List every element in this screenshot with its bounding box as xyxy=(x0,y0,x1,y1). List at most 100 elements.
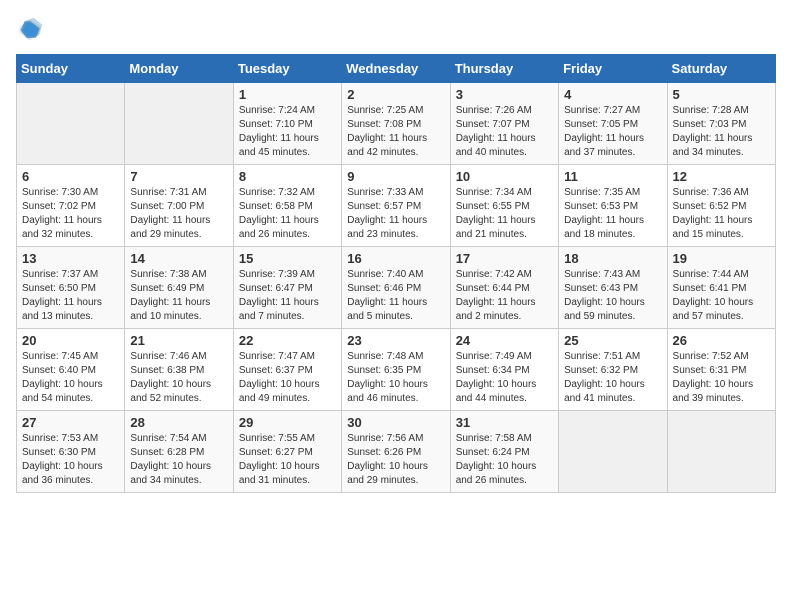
day-number: 6 xyxy=(22,169,119,184)
calendar-cell: 16 Sunrise: 7:40 AM Sunset: 6:46 PM Dayli… xyxy=(342,247,450,329)
day-number: 17 xyxy=(456,251,553,266)
day-info: Sunrise: 7:34 AM Sunset: 6:55 PM Dayligh… xyxy=(456,186,553,242)
calendar-cell: 14Sunrise: 7:38 AM Sunset: 6:49 PM Dayli… xyxy=(125,247,233,329)
day-number: 25 xyxy=(564,333,661,348)
calendar-cell: 23Sunrise: 7:48 AM Sunset: 6:35 PM Dayli… xyxy=(342,329,450,411)
day-number: 18 xyxy=(564,251,661,266)
calendar-cell xyxy=(17,83,125,165)
day-info: Sunrise: 7:37 AM Sunset: 6:50 PM Dayligh… xyxy=(22,268,119,324)
calendar-cell: 13 Sunrise: 7:37 AM Sunset: 6:50 PM Dayli… xyxy=(17,247,125,329)
calendar-cell: 12Sunrise: 7:36 AM Sunset: 6:52 PM Dayli… xyxy=(667,165,775,247)
calendar-cell: 11 Sunrise: 7:35 AM Sunset: 6:53 PM Dayli… xyxy=(559,165,667,247)
day-number: 9 xyxy=(347,169,444,184)
calendar-cell: 27Sunrise: 7:53 AM Sunset: 6:30 PM Dayli… xyxy=(17,411,125,493)
calendar-cell xyxy=(667,411,775,493)
day-info: Sunrise: 7:35 AM Sunset: 6:53 PM Dayligh… xyxy=(564,186,661,242)
day-info: Sunrise: 7:40 AM Sunset: 6:46 PM Dayligh… xyxy=(347,268,444,324)
calendar-cell: 25Sunrise: 7:51 AM Sunset: 6:32 PM Dayli… xyxy=(559,329,667,411)
day-header-saturday: Saturday xyxy=(667,55,775,83)
calendar-cell: 24Sunrise: 7:49 AM Sunset: 6:34 PM Dayli… xyxy=(450,329,558,411)
calendar-cell: 30 Sunrise: 7:56 AM Sunset: 6:26 PM Dayli… xyxy=(342,411,450,493)
calendar-cell: 6 Sunrise: 7:30 AM Sunset: 7:02 PM Daylig… xyxy=(17,165,125,247)
day-header-sunday: Sunday xyxy=(17,55,125,83)
day-number: 20 xyxy=(22,333,119,348)
day-info: Sunrise: 7:24 AM Sunset: 7:10 PM Dayligh… xyxy=(239,104,336,160)
day-info: Sunrise: 7:42 AM Sunset: 6:44 PM Dayligh… xyxy=(456,268,553,324)
calendar-cell: 8 Sunrise: 7:32 AM Sunset: 6:58 PM Daylig… xyxy=(233,165,341,247)
calendar-week-5: 27Sunrise: 7:53 AM Sunset: 6:30 PM Dayli… xyxy=(17,411,776,493)
calendar-cell: 15 Sunrise: 7:39 AM Sunset: 6:47 PM Dayli… xyxy=(233,247,341,329)
day-number: 2 xyxy=(347,87,444,102)
calendar-cell: 28 Sunrise: 7:54 AM Sunset: 6:28 PM Dayli… xyxy=(125,411,233,493)
page-header xyxy=(16,16,776,44)
calendar-cell: 3 Sunrise: 7:26 AM Sunset: 7:07 PM Daylig… xyxy=(450,83,558,165)
day-number: 28 xyxy=(130,415,227,430)
day-number: 10 xyxy=(456,169,553,184)
calendar-week-2: 6 Sunrise: 7:30 AM Sunset: 7:02 PM Daylig… xyxy=(17,165,776,247)
day-info: Sunrise: 7:26 AM Sunset: 7:07 PM Dayligh… xyxy=(456,104,553,160)
calendar-table: SundayMondayTuesdayWednesdayThursdayFrid… xyxy=(16,54,776,493)
day-number: 19 xyxy=(673,251,770,266)
calendar-cell: 29 Sunrise: 7:55 AM Sunset: 6:27 PM Dayli… xyxy=(233,411,341,493)
day-number: 8 xyxy=(239,169,336,184)
day-number: 12 xyxy=(673,169,770,184)
day-number: 14 xyxy=(130,251,227,266)
day-header-thursday: Thursday xyxy=(450,55,558,83)
day-number: 7 xyxy=(130,169,227,184)
day-info: Sunrise: 7:55 AM Sunset: 6:27 PM Dayligh… xyxy=(239,432,336,488)
day-info: Sunrise: 7:52 AM Sunset: 6:31 PM Dayligh… xyxy=(673,350,770,406)
calendar-cell: 19 Sunrise: 7:44 AM Sunset: 6:41 PM Dayli… xyxy=(667,247,775,329)
calendar-cell: 17 Sunrise: 7:42 AM Sunset: 6:44 PM Dayli… xyxy=(450,247,558,329)
day-number: 3 xyxy=(456,87,553,102)
day-number: 16 xyxy=(347,251,444,266)
day-number: 11 xyxy=(564,169,661,184)
calendar-cell: 2 Sunrise: 7:25 AM Sunset: 7:08 PM Daylig… xyxy=(342,83,450,165)
day-number: 22 xyxy=(239,333,336,348)
calendar-week-3: 13 Sunrise: 7:37 AM Sunset: 6:50 PM Dayli… xyxy=(17,247,776,329)
calendar-cell: 21Sunrise: 7:46 AM Sunset: 6:38 PM Dayli… xyxy=(125,329,233,411)
day-info: Sunrise: 7:56 AM Sunset: 6:26 PM Dayligh… xyxy=(347,432,444,488)
day-info: Sunrise: 7:53 AM Sunset: 6:30 PM Dayligh… xyxy=(22,432,119,488)
day-info: Sunrise: 7:31 AM Sunset: 7:00 PM Dayligh… xyxy=(130,186,227,242)
day-info: Sunrise: 7:48 AM Sunset: 6:35 PM Dayligh… xyxy=(347,350,444,406)
calendar-header-row: SundayMondayTuesdayWednesdayThursdayFrid… xyxy=(17,55,776,83)
day-header-monday: Monday xyxy=(125,55,233,83)
day-info: Sunrise: 7:32 AM Sunset: 6:58 PM Dayligh… xyxy=(239,186,336,242)
day-info: Sunrise: 7:33 AM Sunset: 6:57 PM Dayligh… xyxy=(347,186,444,242)
day-header-wednesday: Wednesday xyxy=(342,55,450,83)
day-info: Sunrise: 7:46 AM Sunset: 6:38 PM Dayligh… xyxy=(130,350,227,406)
calendar-week-4: 20 Sunrise: 7:45 AM Sunset: 6:40 PM Dayli… xyxy=(17,329,776,411)
day-info: Sunrise: 7:25 AM Sunset: 7:08 PM Dayligh… xyxy=(347,104,444,160)
day-number: 4 xyxy=(564,87,661,102)
day-number: 13 xyxy=(22,251,119,266)
day-info: Sunrise: 7:30 AM Sunset: 7:02 PM Dayligh… xyxy=(22,186,119,242)
day-number: 30 xyxy=(347,415,444,430)
day-number: 1 xyxy=(239,87,336,102)
calendar-cell: 7 Sunrise: 7:31 AM Sunset: 7:00 PM Daylig… xyxy=(125,165,233,247)
day-info: Sunrise: 7:43 AM Sunset: 6:43 PM Dayligh… xyxy=(564,268,661,324)
day-number: 15 xyxy=(239,251,336,266)
calendar-cell: 20 Sunrise: 7:45 AM Sunset: 6:40 PM Dayli… xyxy=(17,329,125,411)
day-info: Sunrise: 7:45 AM Sunset: 6:40 PM Dayligh… xyxy=(22,350,119,406)
day-number: 31 xyxy=(456,415,553,430)
calendar-cell: 4 Sunrise: 7:27 AM Sunset: 7:05 PM Daylig… xyxy=(559,83,667,165)
day-header-tuesday: Tuesday xyxy=(233,55,341,83)
calendar-cell: 31 Sunrise: 7:58 AM Sunset: 6:24 PM Dayli… xyxy=(450,411,558,493)
day-info: Sunrise: 7:27 AM Sunset: 7:05 PM Dayligh… xyxy=(564,104,661,160)
day-info: Sunrise: 7:54 AM Sunset: 6:28 PM Dayligh… xyxy=(130,432,227,488)
day-info: Sunrise: 7:58 AM Sunset: 6:24 PM Dayligh… xyxy=(456,432,553,488)
calendar-cell: 5Sunrise: 7:28 AM Sunset: 7:03 PM Daylig… xyxy=(667,83,775,165)
day-number: 29 xyxy=(239,415,336,430)
day-info: Sunrise: 7:39 AM Sunset: 6:47 PM Dayligh… xyxy=(239,268,336,324)
calendar-cell: 10 Sunrise: 7:34 AM Sunset: 6:55 PM Dayli… xyxy=(450,165,558,247)
logo xyxy=(16,16,48,44)
calendar-week-1: 1 Sunrise: 7:24 AM Sunset: 7:10 PM Daylig… xyxy=(17,83,776,165)
calendar-cell: 22Sunrise: 7:47 AM Sunset: 6:37 PM Dayli… xyxy=(233,329,341,411)
day-info: Sunrise: 7:44 AM Sunset: 6:41 PM Dayligh… xyxy=(673,268,770,324)
calendar-cell: 26Sunrise: 7:52 AM Sunset: 6:31 PM Dayli… xyxy=(667,329,775,411)
day-info: Sunrise: 7:28 AM Sunset: 7:03 PM Dayligh… xyxy=(673,104,770,160)
logo-icon xyxy=(16,16,44,44)
calendar-cell: 18 Sunrise: 7:43 AM Sunset: 6:43 PM Dayli… xyxy=(559,247,667,329)
day-header-friday: Friday xyxy=(559,55,667,83)
calendar-cell: 9 Sunrise: 7:33 AM Sunset: 6:57 PM Daylig… xyxy=(342,165,450,247)
